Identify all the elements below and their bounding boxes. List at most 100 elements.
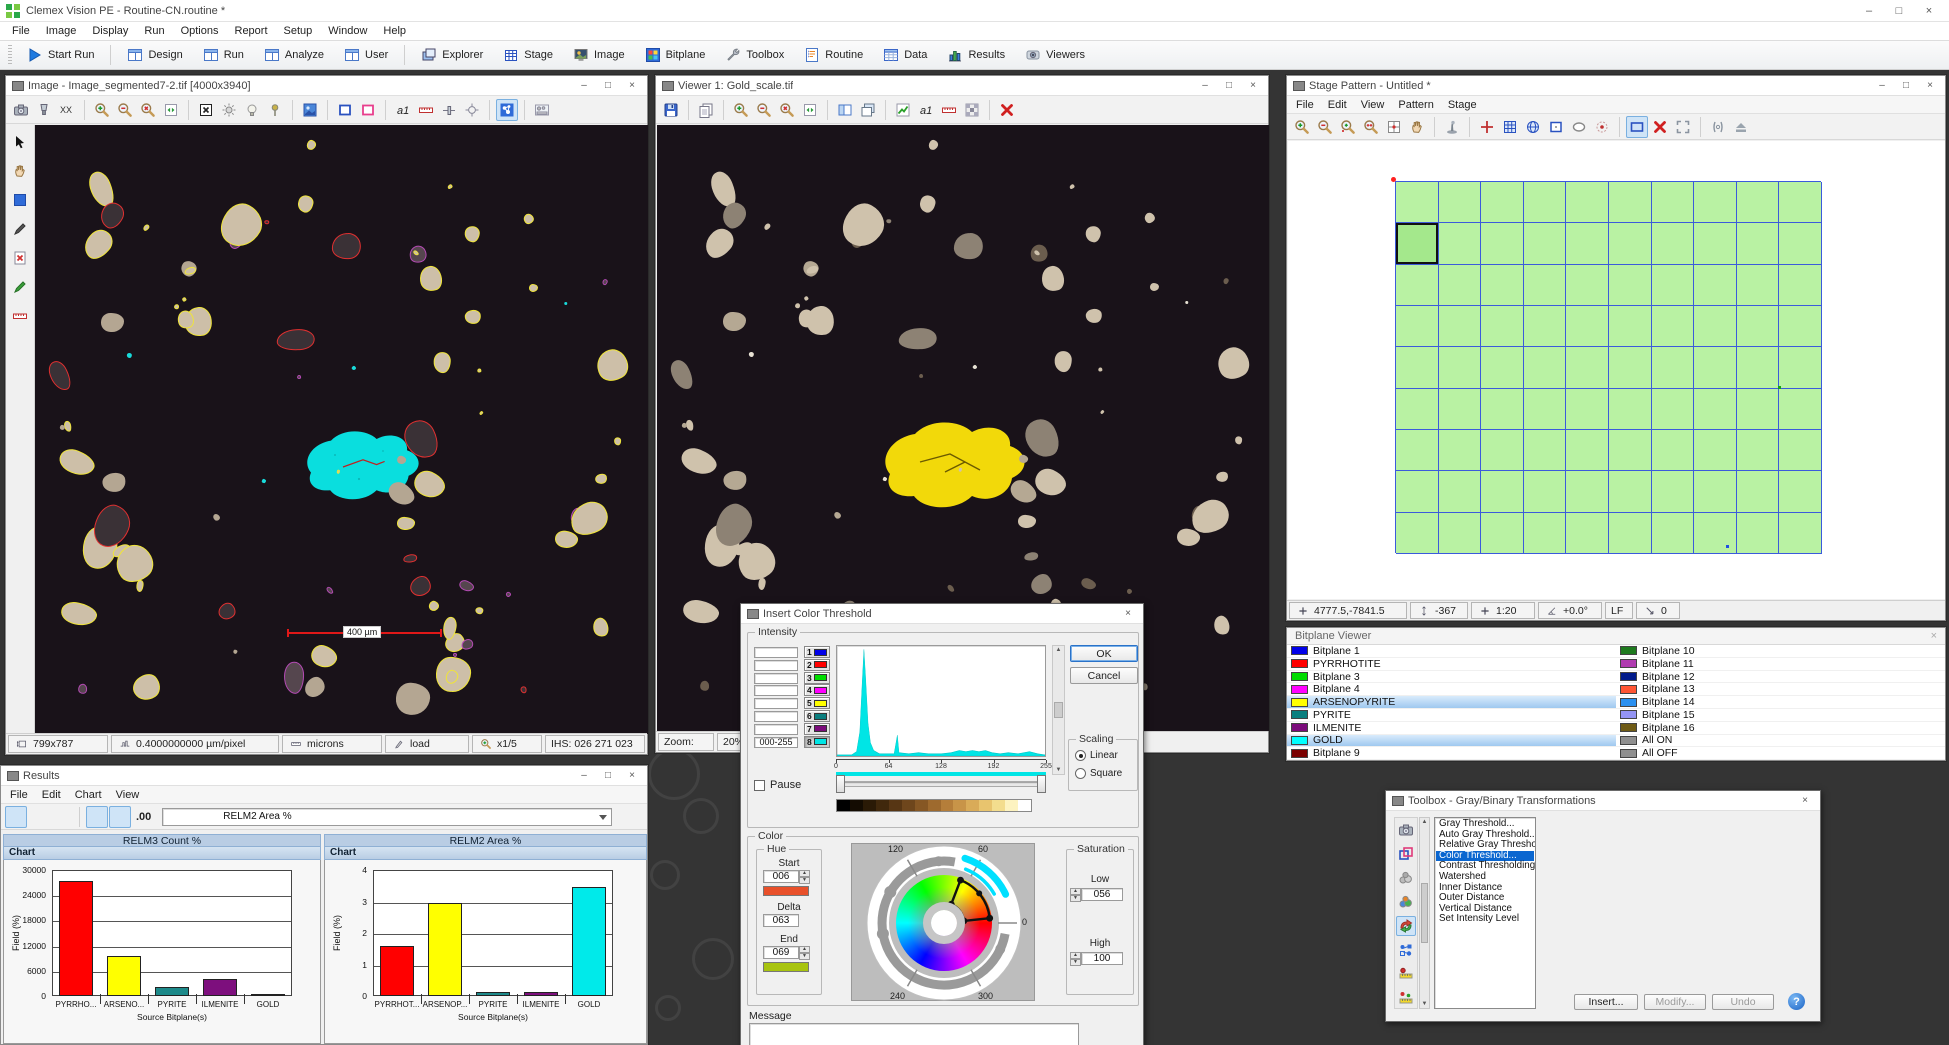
stage-grid-cell[interactable] <box>1566 430 1609 471</box>
toolbar-button-design[interactable]: Design <box>118 43 191 67</box>
maximize-button[interactable]: □ <box>1218 78 1240 93</box>
pencilg-tool-icon[interactable] <box>9 276 31 298</box>
bitplane-select-button-6[interactable]: 6 <box>804 710 830 722</box>
stage-grid-cell[interactable] <box>1481 265 1524 306</box>
stage-grid-cell[interactable] <box>1737 513 1780 554</box>
cancel-button[interactable]: Cancel <box>1070 667 1138 684</box>
magm-icon[interactable] <box>1314 116 1336 138</box>
close-button[interactable]: × <box>621 768 643 783</box>
bitplane-row-arsenopyrite[interactable]: ARSENOPYRITE <box>1287 696 1616 709</box>
chart-view-button[interactable] <box>5 806 27 828</box>
stage-grid-cell[interactable] <box>1566 265 1609 306</box>
stage-grid-cell[interactable] <box>1694 471 1737 512</box>
camera-icon[interactable] <box>10 99 32 121</box>
slider-handle-left[interactable] <box>836 775 845 793</box>
menu-item-image[interactable]: Image <box>38 23 85 39</box>
bitplane-row-bitplane-11[interactable]: Bitplane 11 <box>1616 658 1945 671</box>
layers-icon[interactable] <box>857 99 879 121</box>
list-item-gray-threshold[interactable]: Gray Threshold... <box>1436 819 1534 830</box>
stage-grid-cell[interactable] <box>1779 389 1822 430</box>
redx-icon[interactable] <box>1649 116 1671 138</box>
bitplane-select-button-3[interactable]: 3 <box>804 672 830 684</box>
eject-icon[interactable] <box>1730 116 1752 138</box>
magp-icon[interactable] <box>1291 116 1313 138</box>
colorballs-category-icon[interactable] <box>1396 892 1416 912</box>
bitplane-row-ilmenite[interactable]: ILMENITE <box>1287 722 1616 735</box>
bitplane-select-button-2[interactable]: 2 <box>804 659 830 671</box>
sqpink-icon[interactable] <box>357 99 379 121</box>
stage-grid-cell[interactable] <box>1524 471 1567 512</box>
stage-grid-cell[interactable] <box>1779 430 1822 471</box>
stage-grid-cell[interactable] <box>1524 182 1567 223</box>
netblue-category-icon[interactable] <box>1396 940 1416 960</box>
x-values-button[interactable] <box>28 806 50 828</box>
crosshair-icon[interactable] <box>461 99 483 121</box>
range-field-2[interactable] <box>754 660 798 671</box>
close-icon[interactable]: × <box>1931 630 1937 642</box>
toolbar-button-analyze[interactable]: Analyze <box>255 43 333 67</box>
stage-grid-cell[interactable] <box>1779 182 1822 223</box>
bitplane-select-button-7[interactable]: 7 <box>804 723 830 735</box>
hue-delta-field[interactable]: 063 <box>763 914 799 927</box>
redpage-tool-icon[interactable] <box>9 247 31 269</box>
globe-icon[interactable] <box>1522 116 1544 138</box>
bitplane-row-bitplane-14[interactable]: Bitplane 14 <box>1616 696 1945 709</box>
toolbar-button-routine[interactable]: Routine <box>795 43 872 67</box>
insert-button[interactable]: Insert... <box>1574 994 1638 1010</box>
close-button[interactable]: × <box>1242 78 1264 93</box>
a1-icon[interactable]: a1 <box>392 99 414 121</box>
stage-grid-cell[interactable] <box>1566 471 1609 512</box>
redplus-icon[interactable] <box>1476 116 1498 138</box>
stage-grid-cell[interactable] <box>1566 306 1609 347</box>
bitplane-viewer-header[interactable]: Bitplane Viewer × <box>1287 628 1945 645</box>
bitplane-select-button-8[interactable]: 8 <box>804 736 830 748</box>
bitplane-row-bitplane-10[interactable]: Bitplane 10 <box>1616 645 1945 658</box>
toolbar-button-start-run[interactable]: Start Run <box>18 43 103 67</box>
hue-end-field[interactable]: 069 <box>763 946 799 959</box>
rgarrows-category-icon[interactable] <box>1396 916 1416 936</box>
pause-checkbox[interactable]: Pause <box>754 779 801 791</box>
stage-grid-cell[interactable] <box>1609 265 1652 306</box>
rulerdot-category-icon[interactable] <box>1396 964 1416 984</box>
stage-grid-cell[interactable] <box>1652 265 1695 306</box>
bitplane-select-button-1[interactable]: 1 <box>804 646 830 658</box>
imageblue-icon[interactable] <box>299 99 321 121</box>
saturation-low-field[interactable]: 056 <box>1081 888 1123 901</box>
stage-grid-cell[interactable] <box>1396 347 1439 388</box>
stage-grid-cell[interactable] <box>1566 223 1609 264</box>
stage-grid-cell[interactable] <box>1737 430 1780 471</box>
stage-grid-cell[interactable] <box>1524 223 1567 264</box>
magm-icon[interactable] <box>753 99 775 121</box>
stage-grid-cell[interactable] <box>1439 347 1482 388</box>
hue-wheel-panel[interactable]: 120 60 240 300 0 <box>851 843 1035 1001</box>
saturation-low-spinner[interactable]: ▲▼ <box>1070 888 1081 902</box>
stage-grid-cell[interactable] <box>1694 347 1737 388</box>
stage-grid-cell[interactable] <box>1481 389 1524 430</box>
magp-icon[interactable] <box>730 99 752 121</box>
stage-grid-cell[interactable] <box>1481 471 1524 512</box>
app-minimize-button[interactable]: – <box>1855 2 1883 20</box>
stage-grid-cell[interactable] <box>1779 265 1822 306</box>
pencil-tool-icon[interactable] <box>9 218 31 240</box>
stage-grid-cell[interactable] <box>1652 471 1695 512</box>
linear-radio[interactable]: Linear <box>1075 750 1118 761</box>
measure-icon[interactable] <box>531 99 553 121</box>
stage-grid-cell[interactable] <box>1694 223 1737 264</box>
stage-grid-cell[interactable] <box>1694 182 1737 223</box>
toolbar-button-viewers[interactable]: Viewers <box>1016 43 1094 67</box>
scroll-up-icon[interactable]: ▲ <box>1056 646 1062 654</box>
stage-grid-cell[interactable] <box>1524 347 1567 388</box>
stage-grid-cell[interactable] <box>1396 513 1439 554</box>
stage-grid-cell[interactable] <box>1694 513 1737 554</box>
stage-grid-cell[interactable] <box>1481 306 1524 347</box>
bluerect-icon[interactable] <box>1626 116 1648 138</box>
sun-icon[interactable] <box>218 99 240 121</box>
stage-grid-cell[interactable] <box>1396 430 1439 471</box>
stage-grid-cell[interactable] <box>1652 223 1695 264</box>
stage-grid-cell[interactable] <box>1652 389 1695 430</box>
toolbar-button-explorer[interactable]: Explorer <box>412 43 492 67</box>
toolbox-dialog-titlebar[interactable]: Toolbox - Gray/Binary Transformations × <box>1386 791 1820 811</box>
stage-grid-cell[interactable] <box>1566 182 1609 223</box>
stage-grid-cell[interactable] <box>1566 513 1609 554</box>
stage-grid-cell[interactable] <box>1779 513 1822 554</box>
